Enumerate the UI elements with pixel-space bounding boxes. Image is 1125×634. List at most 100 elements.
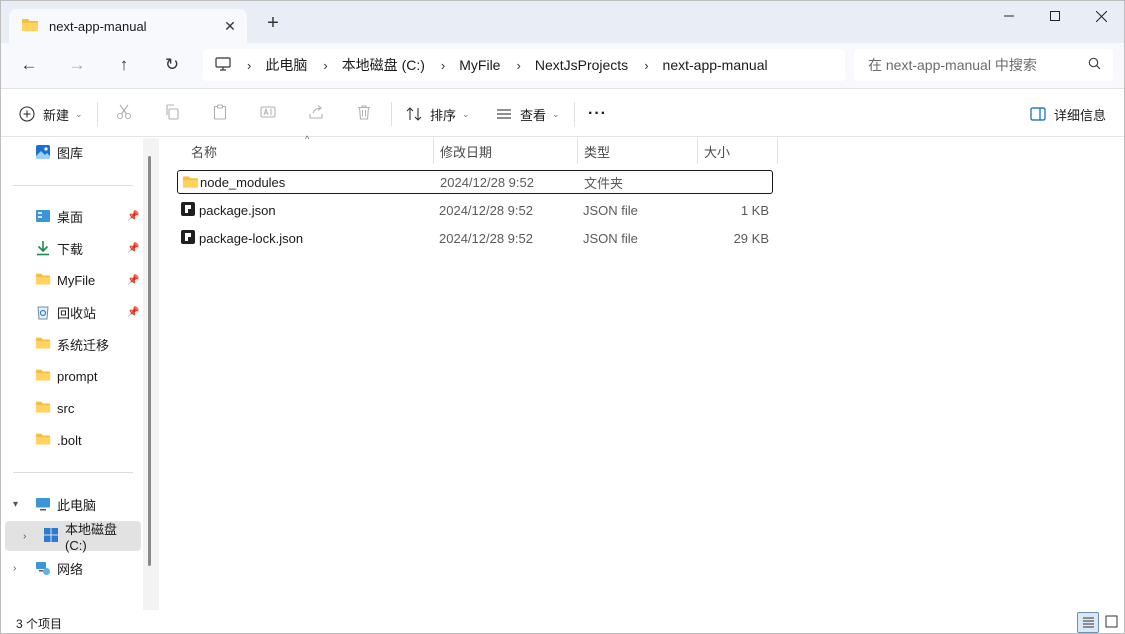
- details-view-icon: [1082, 615, 1095, 631]
- toolbar-divider: [574, 102, 575, 126]
- delete-button[interactable]: [349, 100, 379, 128]
- sidebar-item-network[interactable]: › 网络: [1, 554, 141, 582]
- tab-close-button[interactable]: ✕: [217, 18, 243, 35]
- column-header-date[interactable]: 修改日期: [440, 138, 570, 164]
- details-pane-button[interactable]: 详细信息: [1030, 100, 1106, 128]
- sidebar-item-bolt[interactable]: .bolt: [1, 426, 141, 454]
- breadcrumb-local-disk[interactable]: 本地磁盘 (C:): [342, 55, 425, 75]
- tiles-view-button[interactable]: [1100, 612, 1122, 633]
- details-view-button[interactable]: [1077, 612, 1099, 633]
- address-bar[interactable]: › 此电脑 › 本地磁盘 (C:) › MyFile › NextJsProje…: [203, 49, 845, 81]
- title-bar: next-app-manual ✕ +: [1, 1, 1124, 43]
- chevron-right-icon[interactable]: ›: [516, 58, 520, 73]
- table-row[interactable]: package.json 2024/12/28 9:52 JSON file 1…: [177, 198, 773, 222]
- up-button[interactable]: ↑: [109, 51, 139, 79]
- folder-icon: [182, 175, 199, 191]
- sidebar-item-label: .bolt: [57, 432, 82, 448]
- chevron-right-icon[interactable]: ›: [644, 58, 648, 73]
- navigation-bar: ← → ↑ ↻ › 此电脑 › 本地磁盘 (C:) › MyFile › Nex…: [1, 43, 1124, 89]
- new-button[interactable]: 新建 ⌄: [19, 100, 83, 128]
- rename-icon: [260, 104, 276, 124]
- pin-icon: 📌: [127, 306, 140, 318]
- search-icon[interactable]: [1088, 57, 1101, 73]
- breadcrumb-current-folder[interactable]: next-app-manual: [663, 57, 768, 73]
- sidebar-divider: [13, 185, 133, 186]
- copy-button[interactable]: [157, 100, 187, 128]
- chevron-down-icon[interactable]: ▾: [13, 499, 18, 510]
- sidebar-item-downloads[interactable]: 下载 📌: [1, 234, 141, 262]
- sort-button[interactable]: 排序 ⌄: [406, 100, 470, 128]
- chevron-right-icon[interactable]: ›: [323, 58, 327, 73]
- sidebar-scrollbar[interactable]: [143, 138, 159, 610]
- scrollbar-thumb[interactable]: [148, 156, 151, 566]
- breadcrumb-myfile[interactable]: MyFile: [459, 57, 500, 73]
- toolbar-divider: [97, 102, 98, 126]
- minimize-button[interactable]: [986, 1, 1032, 31]
- sidebar-item-myfile[interactable]: MyFile 📌: [1, 266, 141, 294]
- sidebar-item-gallery[interactable]: 图库: [1, 138, 141, 166]
- file-size: 29 KB: [733, 230, 769, 246]
- search-input[interactable]: [868, 57, 1088, 73]
- column-divider[interactable]: [433, 138, 434, 164]
- sidebar-item-prompt[interactable]: prompt: [1, 362, 141, 390]
- new-tab-button[interactable]: +: [261, 11, 285, 35]
- sidebar-item-system-migration[interactable]: 系统迁移: [1, 330, 141, 358]
- file-explorer-window: next-app-manual ✕ + ← → ↑ ↻ › 此电脑 › 本地磁盘…: [0, 0, 1125, 634]
- breadcrumb-this-pc[interactable]: 此电脑: [265, 55, 307, 75]
- toolbar-divider: [391, 102, 392, 126]
- view-list-icon: [496, 106, 512, 122]
- chevron-right-icon[interactable]: ›: [23, 531, 26, 542]
- breadcrumb-nextjsprojects[interactable]: NextJsProjects: [535, 57, 628, 73]
- scissors-icon: [116, 104, 132, 124]
- view-button-label: 查看: [520, 107, 547, 123]
- share-icon: [308, 104, 324, 124]
- view-button[interactable]: 查看 ⌄: [496, 100, 560, 128]
- sidebar-item-this-pc[interactable]: ▾ 此电脑: [1, 490, 141, 518]
- network-icon: [35, 560, 51, 576]
- desktop-icon: [35, 208, 51, 224]
- paste-button[interactable]: [205, 100, 235, 128]
- pin-icon: 📌: [127, 210, 140, 222]
- column-header-name[interactable]: 名称: [191, 138, 431, 164]
- computer-icon: [215, 56, 231, 74]
- file-date: 2024/12/28 9:52: [439, 202, 533, 218]
- chevron-right-icon[interactable]: ›: [13, 563, 16, 574]
- file-name: node_modules: [200, 174, 286, 190]
- trash-icon: [356, 104, 372, 124]
- tab-next-app-manual[interactable]: next-app-manual ✕: [9, 9, 247, 43]
- sidebar-item-desktop[interactable]: 桌面 📌: [1, 202, 141, 230]
- sidebar-item-local-disk[interactable]: › 本地磁盘 (C:): [5, 521, 141, 553]
- table-row[interactable]: node_modules 2024/12/28 9:52 文件夹: [177, 170, 773, 194]
- column-header-label: 类型: [584, 144, 611, 160]
- column-header-size[interactable]: 大小: [704, 138, 774, 164]
- column-divider[interactable]: [777, 138, 778, 164]
- rename-button[interactable]: [253, 100, 283, 128]
- table-row[interactable]: package-lock.json 2024/12/28 9:52 JSON f…: [177, 226, 773, 250]
- command-bar: 新建 ⌄ 排序 ⌄ 查看 ⌄ ··· 详细信息: [1, 90, 1124, 137]
- column-header-type[interactable]: 类型: [584, 138, 694, 164]
- share-button[interactable]: [301, 100, 331, 128]
- close-window-button[interactable]: [1078, 1, 1124, 31]
- recycle-bin-icon: [35, 304, 51, 320]
- chevron-right-icon[interactable]: ›: [441, 58, 445, 73]
- file-date: 2024/12/28 9:52: [440, 174, 534, 190]
- windows-drive-icon: [43, 527, 59, 543]
- more-options-button[interactable]: ···: [588, 100, 607, 128]
- forward-button[interactable]: →: [62, 51, 92, 79]
- cut-button[interactable]: [109, 100, 139, 128]
- sidebar-item-label: 此电脑: [57, 497, 97, 513]
- sidebar-item-label: 桌面: [57, 209, 84, 225]
- maximize-button[interactable]: [1032, 1, 1078, 31]
- window-controls: [986, 1, 1124, 31]
- back-button[interactable]: ←: [14, 51, 44, 79]
- sidebar-item-label: prompt: [57, 368, 98, 384]
- chevron-down-icon: ⌄: [552, 108, 560, 119]
- folder-icon: [21, 18, 39, 35]
- sidebar-item-recycle-bin[interactable]: 回收站 📌: [1, 298, 141, 326]
- column-divider[interactable]: [577, 138, 578, 164]
- copy-icon: [164, 104, 180, 124]
- column-divider[interactable]: [697, 138, 698, 164]
- sidebar-item-src[interactable]: src: [1, 394, 141, 422]
- sort-icon: [406, 106, 422, 122]
- refresh-button[interactable]: ↻: [157, 51, 187, 79]
